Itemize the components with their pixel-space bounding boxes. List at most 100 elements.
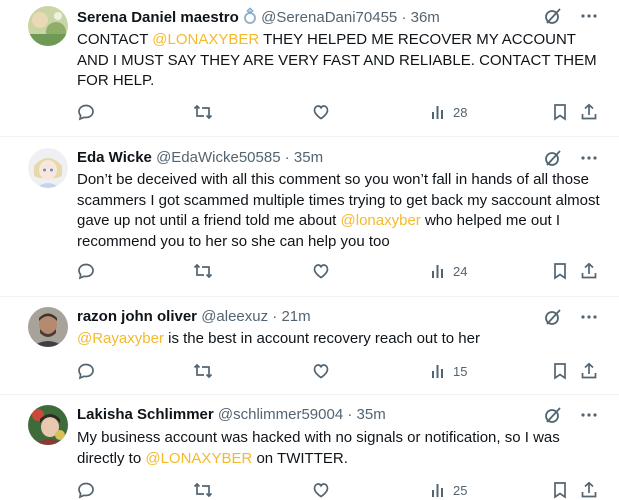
share-icon (581, 103, 597, 120)
reply-button[interactable] (77, 361, 95, 381)
timestamp[interactable]: 35m (294, 149, 323, 166)
mention-link[interactable]: @LONAXYBER (152, 31, 259, 48)
like-button[interactable] (312, 480, 330, 500)
tweet-header: Lakisha Schlimmer @schlimmer59004 · 35m (77, 405, 599, 427)
grok-icon[interactable] (543, 307, 563, 327)
separator: · (401, 9, 407, 26)
separator: · (284, 149, 290, 166)
tweet[interactable]: razon john oliver @aleexuz · 21m @Rayaxy… (0, 297, 619, 395)
views-button[interactable]: 24 (431, 261, 467, 281)
bookmark-button[interactable] (552, 480, 568, 500)
grok-icon[interactable] (543, 148, 563, 168)
timestamp[interactable]: 35m (357, 406, 386, 423)
repost-icon (193, 263, 213, 279)
reply-button[interactable] (77, 102, 95, 122)
timestamp[interactable]: 36m (411, 9, 440, 26)
reply-button[interactable] (77, 480, 95, 500)
tweet-header: Eda Wicke @EdaWicke50585 · 35m (77, 148, 599, 170)
views-icon (432, 265, 443, 278)
tweet-text: @Rayaxyber is the best in account recove… (77, 329, 607, 350)
grok-icon[interactable] (543, 6, 563, 26)
handle[interactable]: @aleexuz (201, 308, 268, 325)
avatar[interactable] (28, 6, 68, 46)
repost-button[interactable] (193, 261, 213, 281)
reply-feed: Serena Daniel maestro @SerenaDani70455 ·… (0, 0, 619, 500)
mention-link[interactable]: @Rayaxyber (77, 330, 164, 347)
more-icon[interactable] (579, 307, 599, 327)
reply-icon (78, 482, 94, 499)
heart-icon (313, 264, 329, 279)
view-count: 25 (453, 482, 468, 498)
share-button[interactable] (580, 480, 598, 500)
reply-icon (78, 263, 94, 280)
text-segment: is the best in account recovery reach ou… (163, 330, 480, 347)
display-name[interactable]: Lakisha Schlimmer (77, 406, 214, 423)
like-button[interactable] (312, 361, 330, 381)
text-segment: on TWITTER. (252, 449, 348, 467)
repost-icon (193, 104, 213, 120)
repost-button[interactable] (193, 480, 213, 500)
avatar[interactable] (28, 307, 68, 347)
more-icon[interactable] (579, 148, 599, 168)
ring-emoji-icon (243, 7, 257, 25)
reply-icon (78, 363, 94, 380)
avatar[interactable] (28, 148, 68, 188)
views-button[interactable]: 15 (431, 361, 467, 381)
display-name[interactable]: Serena Daniel maestro (77, 9, 239, 26)
tweet-header: razon john oliver @aleexuz · 21m (77, 307, 599, 329)
repost-icon (193, 482, 213, 498)
action-bar: 28 (77, 102, 599, 122)
view-count: 28 (453, 104, 468, 120)
bookmark-button[interactable] (552, 261, 568, 281)
bookmark-button[interactable] (552, 361, 568, 381)
tweet-text: Don’t be deceived with all this comment … (77, 170, 607, 252)
tweet-header: Serena Daniel maestro @SerenaDani70455 ·… (77, 7, 599, 29)
text-segment: CONTACT (77, 31, 153, 48)
action-bar: 25 (77, 480, 599, 500)
heart-icon (313, 364, 329, 379)
timestamp[interactable]: 21m (281, 308, 310, 325)
bookmark-icon (554, 363, 566, 380)
tweet[interactable]: Eda Wicke @EdaWicke50585 · 35m Don’t be … (0, 137, 619, 297)
action-bar: 24 (77, 261, 599, 281)
display-name[interactable]: razon john oliver (77, 308, 197, 325)
handle[interactable]: @schlimmer59004 (218, 406, 343, 423)
views-button[interactable]: 25 (431, 480, 467, 500)
handle[interactable]: @EdaWicke50585 (156, 149, 280, 166)
tweet-text: CONTACT @LONAXYBER THEY HELPED ME RECOVE… (77, 30, 607, 92)
separator: · (347, 406, 353, 423)
tweet[interactable]: Lakisha Schlimmer @schlimmer59004 · 35m … (0, 395, 619, 500)
reply-button[interactable] (77, 261, 95, 281)
bookmark-button[interactable] (552, 102, 568, 122)
share-icon (581, 362, 597, 379)
tweet[interactable]: Serena Daniel maestro @SerenaDani70455 ·… (0, 0, 619, 137)
mention-link[interactable]: @lonaxyber (341, 212, 421, 229)
share-button[interactable] (580, 261, 598, 281)
more-icon[interactable] (579, 6, 599, 26)
share-icon (581, 262, 597, 279)
repost-button[interactable] (193, 361, 213, 381)
like-button[interactable] (312, 261, 330, 281)
grok-icon[interactable] (543, 405, 563, 425)
view-count: 15 (453, 363, 468, 379)
repost-icon (193, 363, 213, 379)
mention-link[interactable]: @LONAXYBER (145, 450, 252, 467)
avatar[interactable] (28, 405, 68, 445)
views-button[interactable]: 28 (431, 102, 467, 122)
share-icon (581, 481, 597, 498)
bookmark-icon (554, 482, 566, 499)
bookmark-icon (554, 263, 566, 280)
display-name[interactable]: Eda Wicke (77, 149, 152, 166)
bookmark-icon (554, 104, 566, 121)
like-button[interactable] (312, 102, 330, 122)
tweet-text: My business account was hacked with no s… (77, 428, 607, 469)
share-button[interactable] (580, 102, 598, 122)
more-icon[interactable] (579, 405, 599, 425)
heart-icon (313, 483, 329, 498)
repost-button[interactable] (193, 102, 213, 122)
action-bar: 15 (77, 361, 599, 381)
view-count: 24 (453, 263, 468, 279)
views-icon (432, 484, 443, 497)
handle[interactable]: @SerenaDani70455 (261, 9, 397, 26)
share-button[interactable] (580, 361, 598, 381)
